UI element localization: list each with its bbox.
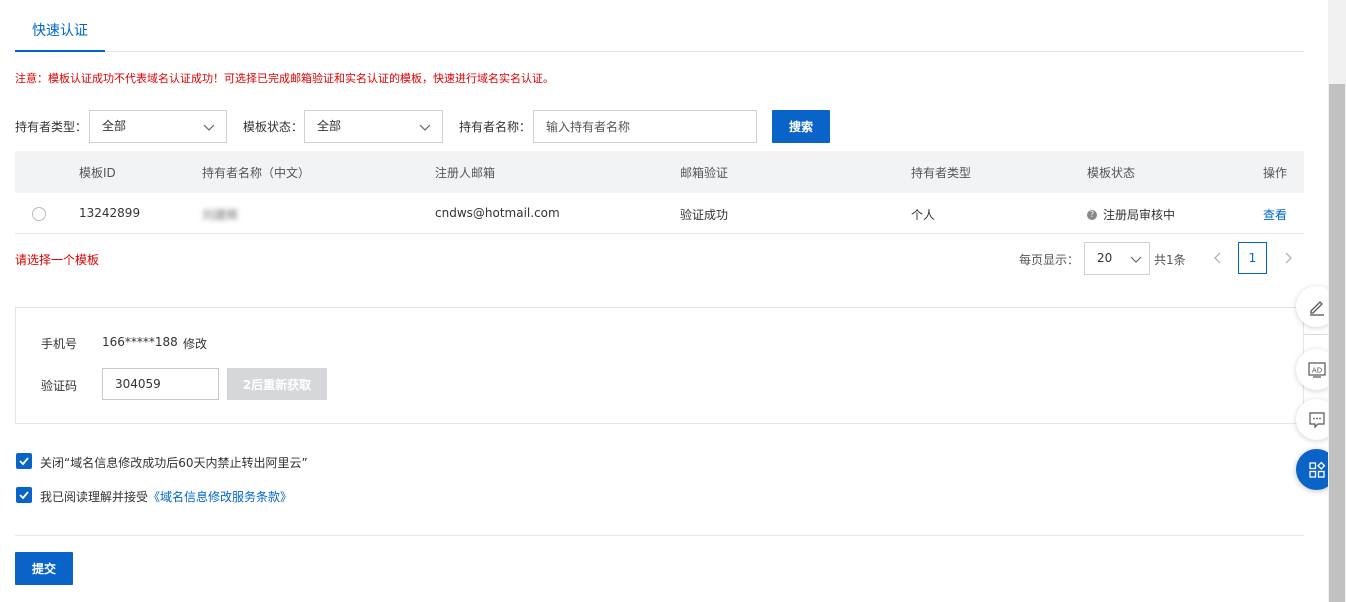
cell-email-verify: 验证成功: [680, 208, 729, 222]
template-status-select[interactable]: 全部: [304, 110, 443, 143]
template-status-label: 模板状态：: [243, 120, 304, 134]
cell-holder-name: 刘建辉: [202, 208, 239, 222]
cell-email: cndws@hotmail.com: [435, 206, 560, 220]
code-label: 验证码: [41, 379, 78, 393]
phone-value: 166*****188: [102, 335, 178, 349]
column-header: 操作: [1263, 166, 1288, 180]
close-lock-text: 关闭“域名信息修改成功后60天内禁止转出阿里云”: [40, 456, 308, 470]
table-row[interactable]: 13242899 刘建辉 cndws@hotmail.com 验证成功 个人 ?…: [15, 193, 1304, 234]
terms-link[interactable]: 《域名信息修改服务条款》: [148, 490, 292, 504]
chevron-down-icon: [419, 124, 431, 131]
check-icon: [19, 491, 29, 500]
holder-type-label: 持有者类型：: [15, 120, 88, 134]
checkbox-checked[interactable]: [16, 453, 32, 469]
cell-template-id: 13242899: [79, 206, 141, 220]
row-radio[interactable]: [32, 207, 46, 221]
phone-label: 手机号: [41, 337, 78, 351]
modify-phone-link[interactable]: 修改: [183, 335, 207, 352]
float-divider: [1304, 334, 1328, 335]
terms-prefix: 我已阅读理解并接受: [40, 490, 149, 504]
table-header: 模板ID 持有者名称（中文） 注册人邮箱 邮箱验证 持有者类型 模板状态 操作: [15, 151, 1304, 193]
chevron-down-icon: [203, 124, 215, 131]
resend-code-button[interactable]: 2后重新获取: [227, 368, 327, 400]
holder-name-label: 持有者名称：: [459, 120, 532, 134]
column-header: 注册人邮箱: [435, 166, 496, 180]
holder-name-input[interactable]: [533, 110, 757, 143]
verification-panel: 手机号 166*****188 修改 验证码 2后重新获取: [15, 307, 1304, 424]
ad-icon: AD: [1307, 361, 1326, 378]
notice-text: 注意：模板认证成功不代表域名认证成功！可选择已完成邮箱验证和实名认证的模板，快速…: [15, 72, 554, 85]
apps-icon: [1308, 461, 1325, 478]
column-header: 邮箱验证: [680, 166, 729, 180]
column-header: 持有者类型: [911, 166, 972, 180]
edit-icon: [1309, 300, 1324, 316]
tab-quick-verify[interactable]: 快速认证: [15, 18, 105, 52]
holder-type-value: 全部: [102, 119, 127, 133]
divider: [15, 535, 1304, 536]
template-status-value: 全部: [317, 119, 342, 133]
check-icon: [19, 457, 29, 466]
view-link[interactable]: 查看: [1263, 206, 1287, 223]
page-button[interactable]: 1: [1238, 242, 1267, 274]
tab-bar: 快速认证: [15, 0, 1304, 52]
column-header: 模板ID: [79, 166, 116, 180]
help-icon: ?: [1087, 209, 1097, 220]
per-page-label: 每页显示：: [1019, 253, 1080, 267]
column-header: 模板状态: [1087, 166, 1136, 180]
per-page-select[interactable]: 20: [1084, 242, 1150, 275]
status-text: 注册局审核中: [1103, 208, 1176, 222]
total-count: 共1条: [1154, 253, 1186, 267]
per-page-value: 20: [1097, 251, 1113, 265]
select-template-tip: 请选择一个模板: [15, 253, 100, 267]
checkbox-checked[interactable]: [16, 487, 32, 503]
chevron-down-icon: [1130, 256, 1142, 263]
scrollbar-thumb[interactable]: [1329, 84, 1345, 602]
next-page-icon[interactable]: [1282, 250, 1296, 266]
cell-status: ? 注册局审核中: [1087, 206, 1175, 223]
column-header: 持有者名称（中文）: [202, 166, 311, 180]
holder-type-select[interactable]: 全部: [89, 110, 227, 143]
verification-code-input[interactable]: [102, 368, 219, 400]
submit-button[interactable]: 提交: [15, 552, 73, 585]
terms-text: 我已阅读理解并接受《域名信息修改服务条款》: [40, 488, 292, 505]
cell-holder-type: 个人: [911, 208, 936, 222]
svg-text:AD: AD: [1311, 366, 1321, 374]
prev-page-icon[interactable]: [1210, 250, 1224, 266]
feedback-icon: [1308, 411, 1325, 428]
search-button[interactable]: 搜索: [772, 110, 830, 143]
